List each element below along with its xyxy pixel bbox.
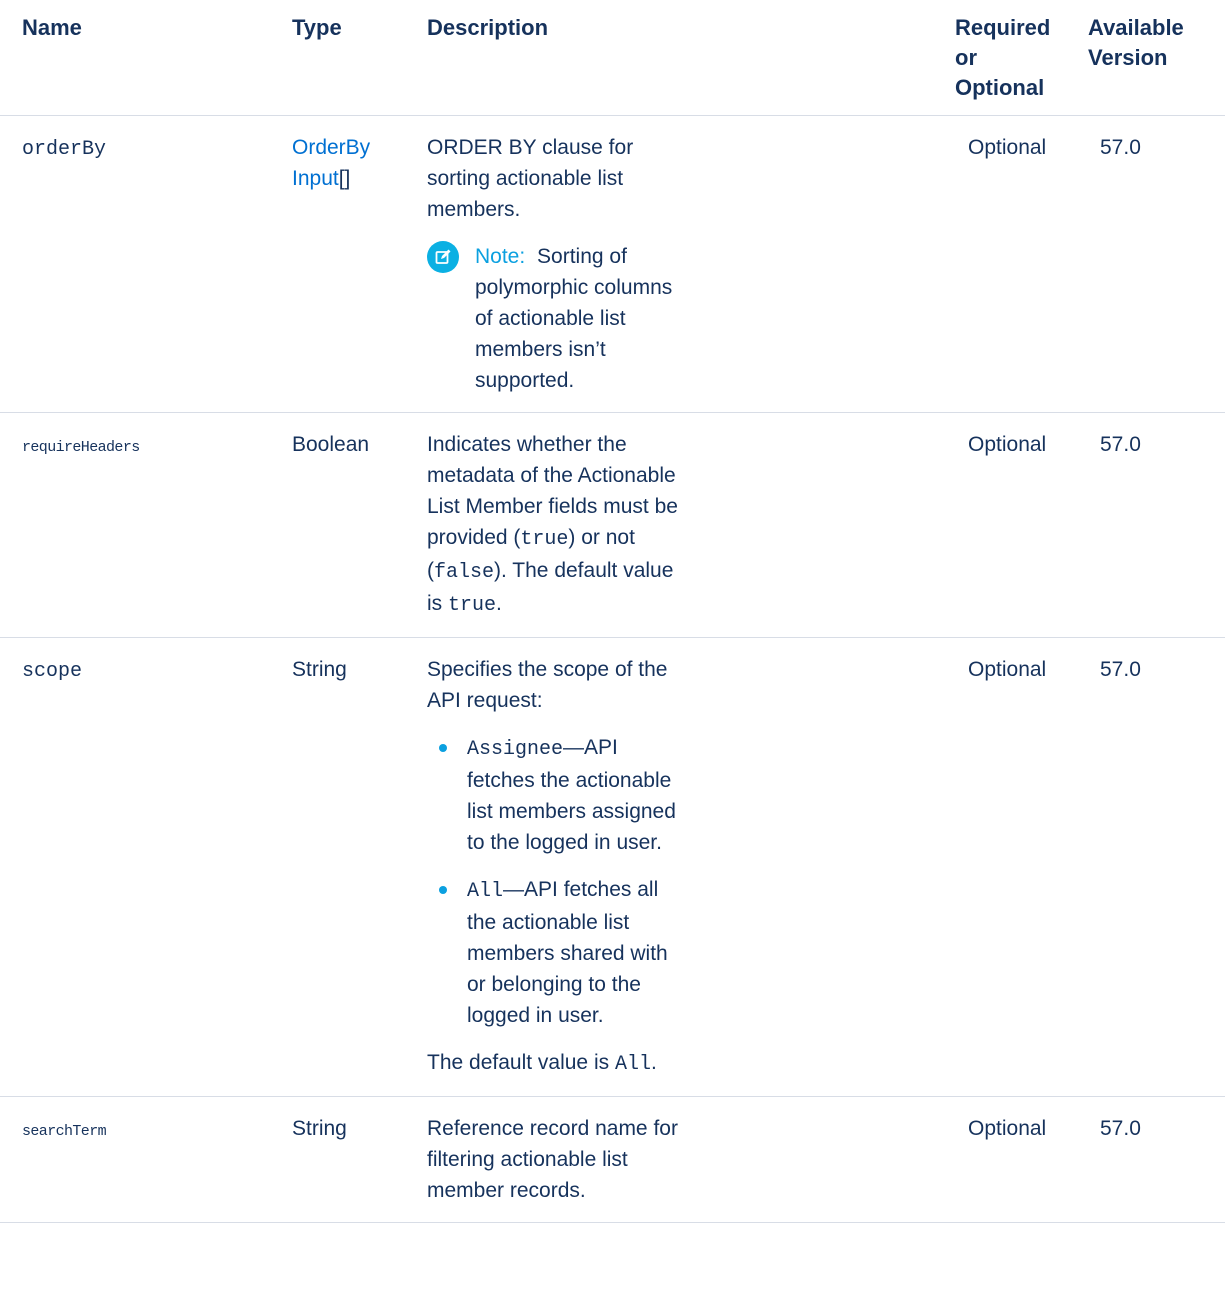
param-name: scope: [22, 660, 83, 683]
default-prefix: The default value is: [427, 1051, 615, 1074]
table-body: orderBy OrderBy Input[] ORDER BY clause f…: [0, 115, 1225, 1223]
header-type: Type: [270, 0, 405, 116]
code-default-true: true: [448, 594, 497, 617]
header-version: Available Version: [1078, 0, 1225, 116]
type-array-suffix: []: [338, 167, 351, 190]
param-description-cell: Specifies the scope of the API request: …: [405, 637, 945, 1097]
param-version: 57.0: [1078, 412, 1225, 638]
param-type-cell: OrderBy Input[]: [270, 115, 405, 413]
param-description-cell: Reference record name for filtering acti…: [405, 1096, 945, 1223]
orderby-input-type-link[interactable]: OrderBy Input: [292, 136, 370, 190]
param-name: orderBy: [22, 138, 107, 161]
header-required: Required or Optional: [945, 0, 1078, 116]
list-item: All—API fetches all the actionable list …: [427, 874, 682, 1031]
param-name-cell: orderBy: [0, 115, 270, 413]
default-code: All: [614, 1053, 651, 1076]
param-name-cell: searchTerm: [0, 1096, 270, 1223]
header-version-line1: Available: [1088, 15, 1184, 40]
param-type: String: [270, 637, 405, 1097]
param-name-cell: requireHeaders: [0, 412, 270, 638]
code-true: true: [520, 528, 569, 551]
note-label: Note:: [475, 245, 526, 268]
table-row-searchterm: searchTerm String Reference record name …: [0, 1096, 1225, 1223]
bullet-dot-icon: [439, 886, 447, 894]
param-required: Optional: [945, 1096, 1078, 1223]
param-name: searchTerm: [22, 1123, 107, 1140]
type-link-line1: OrderBy: [292, 136, 371, 159]
param-version: 57.0: [1078, 115, 1225, 413]
type-link-line2: Input: [292, 167, 339, 190]
param-type: Boolean: [270, 412, 405, 638]
scope-value-code: All: [467, 880, 504, 903]
table-header: Name Type Description Required or Option…: [0, 0, 1225, 116]
header-description: Description: [405, 0, 945, 116]
header-row: Name Type Description Required or Option…: [0, 0, 1225, 116]
param-description-cell: ORDER BY clause for sorting actionable l…: [405, 115, 945, 413]
default-suffix: .: [650, 1051, 657, 1074]
header-version-line2: Version: [1088, 45, 1168, 70]
param-required: Optional: [945, 412, 1078, 638]
desc-text: .: [496, 592, 502, 615]
param-description: ORDER BY clause for sorting actionable l…: [427, 136, 634, 221]
table-row-requireheaders: requireHeaders Boolean Indicates whether…: [0, 412, 1225, 638]
scope-value-code: Assignee: [467, 738, 564, 761]
header-name: Name: [0, 0, 270, 116]
default-value-text: The default value is All.: [427, 1047, 682, 1080]
code-false: false: [434, 561, 495, 584]
param-description: Indicates whether the metadata of the Ac…: [427, 429, 682, 621]
param-name: requireHeaders: [22, 439, 140, 456]
table-row-orderby: orderBy OrderBy Input[] ORDER BY clause f…: [0, 115, 1225, 413]
param-description: Specifies the scope of the API request:: [427, 658, 668, 712]
param-required: Optional: [945, 637, 1078, 1097]
note-callout: Note: Sorting of polymorphic columns of …: [427, 241, 682, 396]
param-required: Optional: [945, 115, 1078, 413]
bullet-dot-icon: [439, 744, 447, 752]
scope-values-list: Assignee—API fetches the actionable list…: [427, 732, 682, 1031]
list-item: Assignee—API fetches the actionable list…: [427, 732, 682, 858]
header-required-line3: Optional: [955, 75, 1045, 100]
edit-note-icon: [427, 241, 459, 273]
param-version: 57.0: [1078, 1096, 1225, 1223]
param-description-cell: Indicates whether the metadata of the Ac…: [405, 412, 945, 638]
param-type: String: [270, 1096, 405, 1223]
param-name-cell: scope: [0, 637, 270, 1097]
param-description: Reference record name for filtering acti…: [427, 1117, 678, 1202]
header-required-line2: or: [955, 45, 977, 70]
table-row-scope: scope String Specifies the scope of the …: [0, 637, 1225, 1097]
param-version: 57.0: [1078, 637, 1225, 1097]
header-required-line1: Required: [955, 15, 1051, 40]
parameters-table: Name Type Description Required or Option…: [0, 0, 1225, 1223]
